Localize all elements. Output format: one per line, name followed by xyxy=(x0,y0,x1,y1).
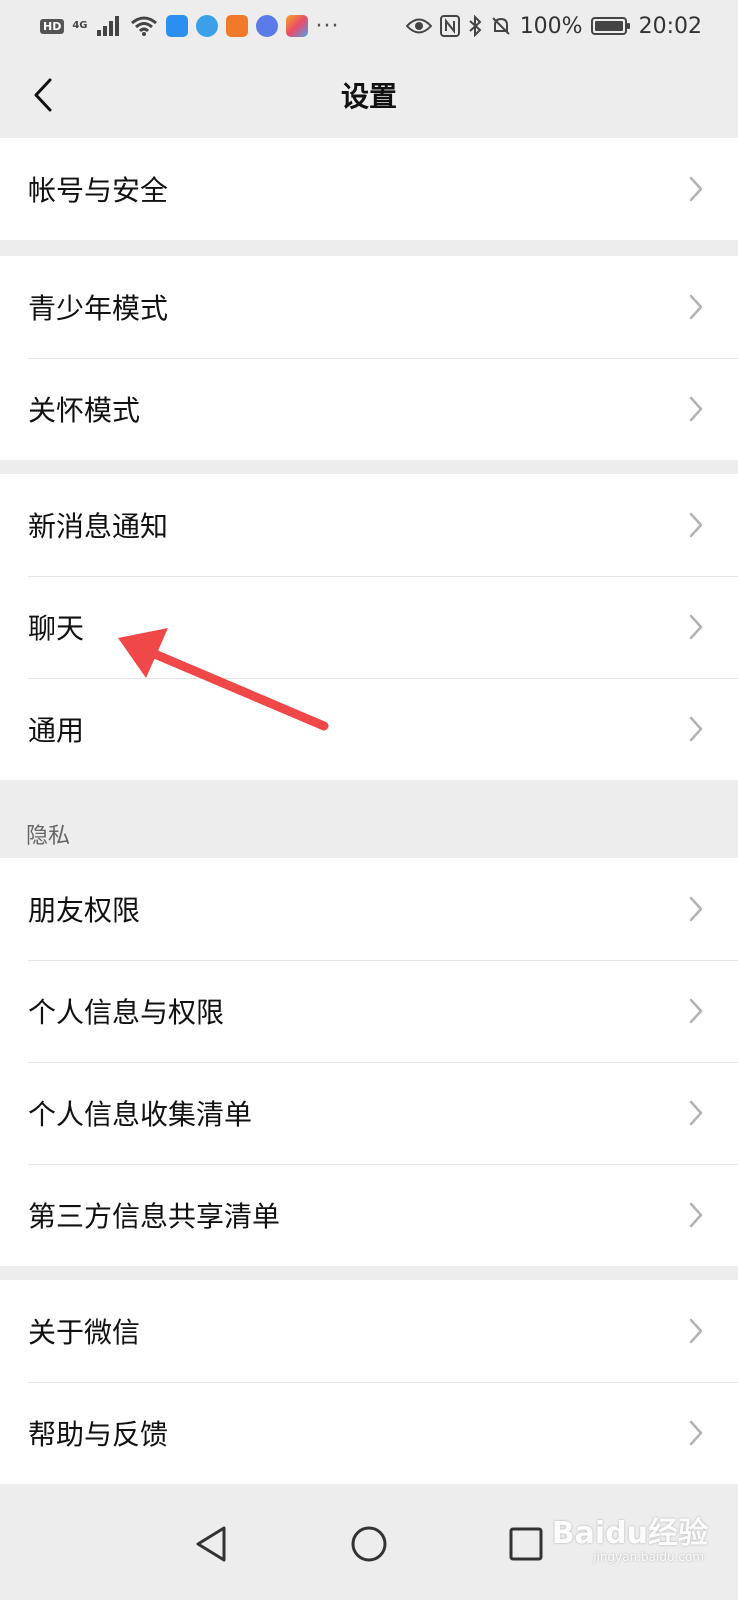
group-about: 关于微信 帮助与反馈 xyxy=(0,1280,738,1484)
clock: 20:02 xyxy=(638,13,702,39)
item-label: 个人信息与权限 xyxy=(28,996,225,1029)
page-title: 设置 xyxy=(340,80,397,113)
battery-percent: 100% xyxy=(519,13,583,39)
settings-item-personal-info-permissions[interactable]: 个人信息与权限 xyxy=(0,960,738,1062)
app-icon-blue xyxy=(165,15,188,37)
item-label: 个人信息收集清单 xyxy=(28,1098,253,1131)
settings-item-account-security[interactable]: 帐号与安全 xyxy=(0,138,738,240)
settings-item-youth-mode[interactable]: 青少年模式 xyxy=(0,256,738,358)
chevron-right-icon xyxy=(688,715,704,743)
app-icon-colorful xyxy=(285,15,308,37)
chevron-right-icon xyxy=(688,895,704,923)
battery-icon xyxy=(590,17,630,35)
item-label: 帮助与反馈 xyxy=(28,1418,169,1451)
nfc-icon xyxy=(439,15,460,37)
chevron-right-icon xyxy=(688,293,704,321)
item-label: 朋友权限 xyxy=(28,894,141,927)
signal-icon xyxy=(96,16,119,36)
settings-item-notifications[interactable]: 新消息通知 xyxy=(0,474,738,576)
item-label: 帐号与安全 xyxy=(28,174,169,207)
status-bar: HD 4G ··· 100% 20:02 xyxy=(0,0,738,52)
settings-item-help-feedback[interactable]: 帮助与反馈 xyxy=(0,1382,738,1484)
chevron-right-icon xyxy=(688,395,704,423)
chevron-right-icon xyxy=(688,997,704,1025)
item-label: 第三方信息共享清单 xyxy=(28,1200,281,1233)
chevron-right-icon xyxy=(688,1201,704,1229)
nav-bar: 设置 xyxy=(0,52,738,138)
chevron-left-icon xyxy=(34,78,52,112)
settings-item-info-collection-list[interactable]: 个人信息收集清单 xyxy=(0,1062,738,1164)
section-header-privacy: 隐私 xyxy=(26,824,71,849)
group-privacy: 朋友权限 个人信息与权限 个人信息收集清单 第三方信息共享清单 xyxy=(0,858,738,1266)
app-icon-music xyxy=(255,15,278,37)
item-label: 青少年模式 xyxy=(28,292,169,325)
square-recent-icon[interactable] xyxy=(504,1522,548,1566)
settings-item-general[interactable]: 通用 xyxy=(0,678,738,780)
chevron-right-icon xyxy=(688,1419,704,1447)
item-label: 新消息通知 xyxy=(28,510,169,543)
settings-item-chat[interactable]: 聊天 xyxy=(0,576,738,678)
group-account: 帐号与安全 xyxy=(0,138,738,240)
settings-item-about-wechat[interactable]: 关于微信 xyxy=(0,1280,738,1382)
back-button[interactable] xyxy=(18,70,68,120)
settings-item-third-party-sharing[interactable]: 第三方信息共享清单 xyxy=(0,1164,738,1266)
group-general: 新消息通知 聊天 通用 xyxy=(0,474,738,780)
group-modes: 青少年模式 关怀模式 xyxy=(0,256,738,460)
baidu-watermark: Baidu经验 xyxy=(551,1516,708,1551)
circle-home-icon[interactable] xyxy=(347,1522,391,1566)
app-icon-globe xyxy=(195,15,218,37)
wifi-icon xyxy=(130,16,157,36)
chevron-right-icon xyxy=(688,613,704,641)
chevron-right-icon xyxy=(688,511,704,539)
network-type: 4G xyxy=(72,20,88,31)
item-label: 关于微信 xyxy=(28,1316,141,1349)
status-right: 100% 20:02 xyxy=(405,13,702,39)
settings-item-care-mode[interactable]: 关怀模式 xyxy=(0,358,738,460)
settings-item-friend-permissions[interactable]: 朋友权限 xyxy=(0,858,738,960)
chevron-right-icon xyxy=(688,175,704,203)
chevron-right-icon xyxy=(688,1099,704,1127)
hd-badge: HD xyxy=(40,18,65,34)
more-notifications: ··· xyxy=(315,13,340,39)
chevron-right-icon xyxy=(688,1317,704,1345)
eye-icon xyxy=(405,18,432,34)
settings-screen: HD 4G ··· 100% 20:02 设置 帐号与安全 青少年模式 关怀模式… xyxy=(0,0,738,1600)
bluetooth-icon xyxy=(469,15,482,37)
triangle-back-icon[interactable] xyxy=(190,1522,234,1566)
status-left: HD 4G ··· xyxy=(40,14,340,39)
item-label: 聊天 xyxy=(28,612,85,645)
baidu-watermark-url: jingyan.baidu.com xyxy=(593,1550,704,1564)
app-icon-orange xyxy=(225,15,248,37)
mute-bell-icon xyxy=(491,17,510,35)
item-label: 通用 xyxy=(28,714,85,747)
item-label: 关怀模式 xyxy=(28,394,141,427)
